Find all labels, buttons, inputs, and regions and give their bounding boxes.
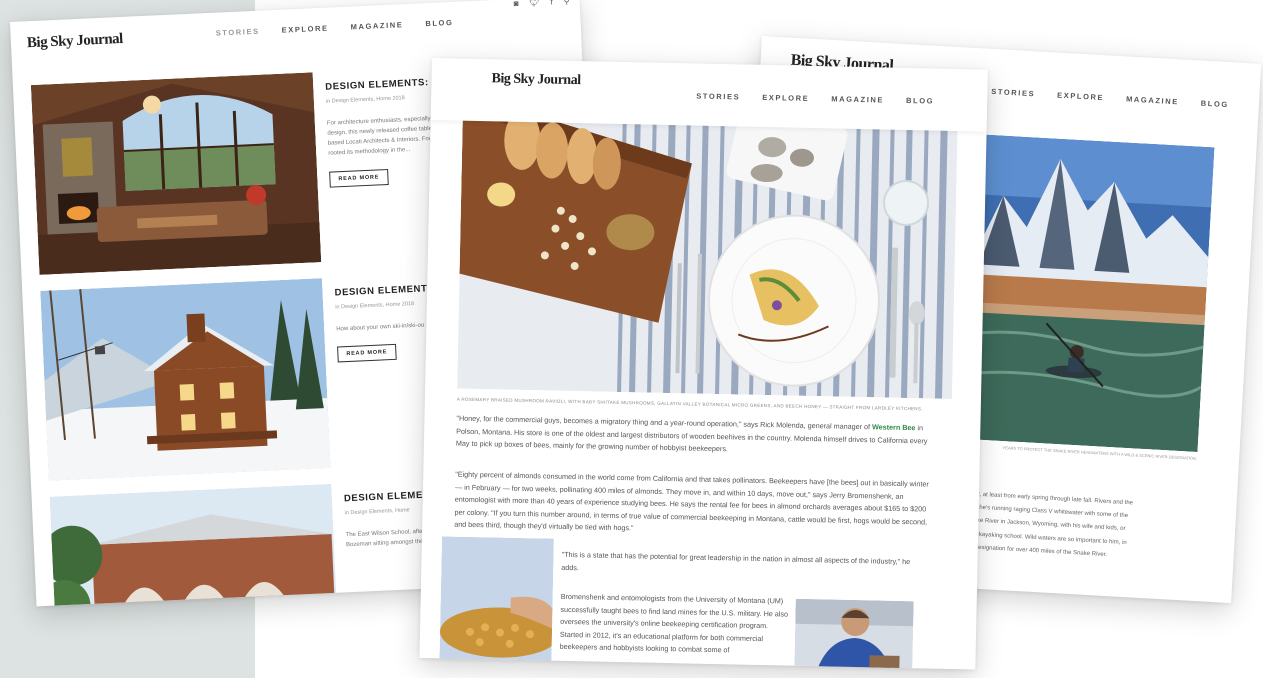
- nav-stories[interactable]: STORIES: [991, 87, 1035, 98]
- site-logo[interactable]: Big Sky Journal: [27, 31, 124, 52]
- social-icons: ◙ 🐦︎ f ⚲: [513, 0, 569, 8]
- nav-magazine[interactable]: MAGAZINE: [831, 94, 884, 104]
- nav-blog[interactable]: BLOG: [906, 96, 934, 106]
- honey-article-page: Big Sky Journal STORIES EXPLORE MAGAZINE…: [419, 58, 988, 670]
- pull-quote: "This is a state that has the potential …: [561, 549, 911, 572]
- nav-magazine[interactable]: MAGAZINE: [1126, 94, 1179, 106]
- kayak-river-photo: [959, 134, 1215, 452]
- ravioli-dish-photo: [457, 98, 959, 399]
- bees-photo: [439, 536, 554, 664]
- post-image-ski-chalet[interactable]: [40, 278, 331, 481]
- nav-explore[interactable]: EXPLORE: [281, 24, 328, 35]
- instagram-icon[interactable]: ◙: [513, 0, 518, 8]
- article-paragraph: "Honey, for the commercial guys, becomes…: [455, 413, 928, 454]
- article-paragraph: Bromenshenk and entomologists from the U…: [559, 591, 789, 655]
- post-image-lodge-interior[interactable]: [30, 72, 322, 275]
- site-logo[interactable]: Big Sky Journal: [491, 71, 580, 89]
- post-image-brick-residence[interactable]: [49, 483, 340, 607]
- read-more-button[interactable]: READ MORE: [337, 343, 397, 363]
- search-icon[interactable]: ⚲: [564, 0, 570, 6]
- nav-explore[interactable]: EXPLORE: [1057, 91, 1104, 103]
- main-nav: STORIES EXPLORE MAGAZINE BLOG: [696, 92, 934, 106]
- nav-blog[interactable]: BLOG: [1201, 99, 1230, 110]
- main-nav: STORIES EXPLORE MAGAZINE BLOG: [991, 87, 1229, 109]
- nav-stories[interactable]: STORIES: [216, 27, 260, 38]
- facebook-icon[interactable]: f: [550, 0, 553, 6]
- nav-explore[interactable]: EXPLORE: [762, 93, 809, 103]
- nav-blog[interactable]: BLOG: [425, 18, 453, 28]
- western-bee-link[interactable]: Western Bee: [872, 422, 916, 432]
- photo-caption: A ROSEMARY BRAISED MUSHROOM RAVIOLI, WIT…: [456, 396, 923, 412]
- chef-photo: [794, 598, 914, 670]
- nav-magazine[interactable]: MAGAZINE: [350, 20, 403, 31]
- article-paragraph: "Eighty percent of almonds consumed in t…: [454, 469, 929, 533]
- twitter-icon[interactable]: 🐦︎: [529, 0, 540, 7]
- read-more-button[interactable]: READ MORE: [329, 168, 389, 188]
- nav-stories[interactable]: STORIES: [696, 92, 740, 102]
- site-header: Big Sky Journal STORIES EXPLORE MAGAZINE…: [430, 58, 988, 132]
- main-nav: STORIES EXPLORE MAGAZINE BLOG: [216, 18, 454, 38]
